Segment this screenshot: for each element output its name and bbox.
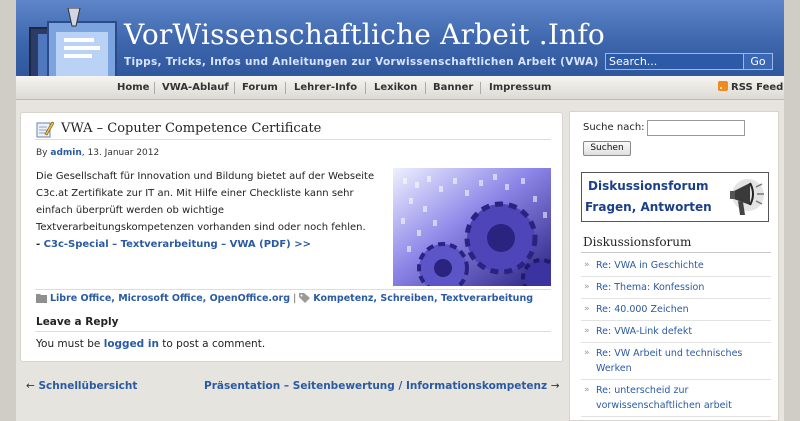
right-arrow-icon: → xyxy=(550,380,560,392)
next-post-link[interactable]: Präsentation – Seitenbewertung / Informa… xyxy=(204,380,560,392)
folder-icon xyxy=(36,294,47,303)
reply-notice: You must be logged in to post a comment. xyxy=(36,338,265,350)
site-header: VorWissenschaftliche Arbeit .Info Tipps,… xyxy=(16,0,784,76)
left-arrow-icon: ← xyxy=(26,380,35,392)
pdf-link-prefix: - xyxy=(36,239,44,250)
previous-post-link[interactable]: ← Schnellübersicht xyxy=(26,380,137,392)
site-title[interactable]: VorWissenschaftliche Arbeit .Info xyxy=(124,18,605,51)
nav-item-forum[interactable]: Forum xyxy=(242,76,278,100)
nav-item-lehrer-info[interactable]: Lehrer-Info xyxy=(294,76,357,100)
nav-separator xyxy=(480,82,481,94)
megaphone-icon xyxy=(730,179,764,215)
nav-item-home[interactable]: Home xyxy=(117,76,149,100)
forum-post-link[interactable]: Re: Thema: Konfession xyxy=(581,277,771,299)
post-body: Die Gesellschaft für Innovation und Bild… xyxy=(36,171,375,233)
rss-icon xyxy=(718,81,728,91)
site-logo-icon[interactable] xyxy=(24,8,122,76)
tag-icon xyxy=(299,293,311,303)
post-gears-image xyxy=(393,168,551,286)
nav-item-lexikon[interactable]: Lexikon xyxy=(374,76,417,100)
login-link[interactable]: logged in xyxy=(104,338,159,350)
sidebar: Suche nach: Suchen Diskussionsforum Frag… xyxy=(569,111,779,421)
post-date: , 13. Januar 2012 xyxy=(81,148,160,158)
reply-notice-post: to post a comment. xyxy=(158,338,266,350)
nav-separator xyxy=(365,82,366,94)
pdf-link-line: - C3c-Special – Textverarbeitung – VWA (… xyxy=(36,239,311,250)
post-card: VWA – Coputer Competence Certificate By … xyxy=(20,112,563,362)
sidebar-search-input[interactable] xyxy=(647,120,745,136)
nav-separator xyxy=(425,82,426,94)
nav-separator xyxy=(234,82,235,94)
leave-reply-heading: Leave a Reply xyxy=(36,316,119,328)
header-search-go-button[interactable]: Go xyxy=(743,53,773,70)
banner-line-2: Fragen, Antworten xyxy=(585,200,712,214)
post-title[interactable]: VWA – Coputer Competence Certificate xyxy=(61,121,321,136)
post-tags[interactable]: Kompetenz, Schreiben, Textverarbeitung xyxy=(313,293,533,304)
nav-separator xyxy=(285,82,286,94)
post-taxonomy: Libre Office, Microsoft Office, OpenOffi… xyxy=(36,293,533,304)
recent-forum-posts: Re: VWA in Geschichte Re: Thema: Konfess… xyxy=(581,255,771,417)
pdf-download-link[interactable]: C3c-Special – Textverarbeitung – VWA (PD… xyxy=(44,239,311,250)
byline-by: By xyxy=(36,148,48,158)
forum-banner[interactable]: Diskussionsforum Fragen, Antworten xyxy=(581,172,769,222)
banner-line-1: Diskussionsforum xyxy=(588,179,709,193)
previous-post-title: Schnellübersicht xyxy=(38,380,138,392)
post-categories[interactable]: Libre Office, Microsoft Office, OpenOffi… xyxy=(50,293,290,304)
nav-item-impressum[interactable]: Impressum xyxy=(489,76,551,100)
next-post-title: Präsentation – Seitenbewertung / Informa… xyxy=(204,380,548,392)
forum-widget-title: Diskussionsforum xyxy=(583,235,692,249)
rss-feed-link[interactable]: RSS Feed xyxy=(718,76,783,100)
divider xyxy=(35,289,551,290)
post-byline: By admin, 13. Januar 2012 xyxy=(36,148,159,158)
author-link[interactable]: admin xyxy=(50,148,81,158)
sidebar-search-button[interactable]: Suchen xyxy=(583,141,631,156)
sidebar-search-label: Suche nach: xyxy=(583,122,645,133)
forum-post-link[interactable]: Re: VWA in Geschichte xyxy=(581,255,771,277)
nav-item-vwa-ablauf[interactable]: VWA-Ablauf xyxy=(162,76,229,100)
site-tagline: Tipps, Tricks, Infos und Anleitungen zur… xyxy=(124,56,599,68)
taxonomy-separator: | xyxy=(290,293,300,304)
divider xyxy=(35,331,551,332)
divider xyxy=(581,252,771,253)
forum-post-link[interactable]: Re: 40.000 Zeichen xyxy=(581,299,771,321)
forum-post-link[interactable]: Re: unterscheid zur vorwissenschaftliche… xyxy=(581,380,771,417)
page-side-left xyxy=(0,0,16,421)
forum-post-link[interactable]: Re: VW Arbeit und technisches Werken xyxy=(581,343,771,380)
reply-notice-pre: You must be xyxy=(36,338,104,350)
rss-feed-label: RSS Feed xyxy=(731,82,784,93)
header-search-input[interactable]: Search... xyxy=(605,53,752,70)
page-side-right xyxy=(784,0,800,421)
main-navigation: Home VWA-Ablauf Forum Lehrer-Info Lexiko… xyxy=(16,76,784,100)
pencil-paper-icon xyxy=(36,121,54,138)
divider xyxy=(35,139,551,140)
nav-item-banner[interactable]: Banner xyxy=(433,76,473,100)
forum-post-link[interactable]: Re: VWA-Link defekt xyxy=(581,321,771,343)
nav-separator xyxy=(154,82,155,94)
